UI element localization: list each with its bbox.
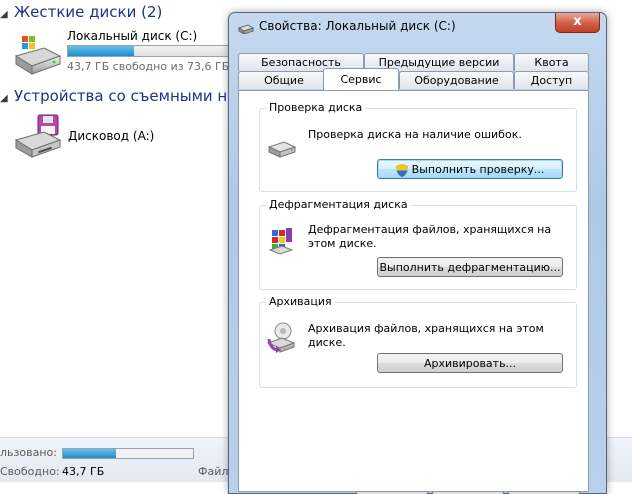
service-tab-panel: Проверка диска Проверка диска на наличие… [238, 90, 589, 492]
removable-header-label: Устройства со съемными носи [14, 87, 232, 105]
tab-hardware[interactable]: Оборудование [399, 71, 514, 89]
details-usage-fill [63, 449, 117, 458]
local-disk-usage-fill [68, 46, 134, 56]
defrag-group: Дефрагментация диска Дефрагментация файл… [259, 198, 577, 290]
removable-group-header[interactable]: ◢ Устройства со съемными носи [0, 86, 232, 106]
local-disk-free-text: 43,7 ГБ свободно из 73,6 ГБ [67, 60, 230, 73]
run-check-button[interactable]: Выполнить проверку... [377, 159, 563, 179]
details-fs-label: Файл [198, 465, 229, 478]
backup-button[interactable]: Архивировать... [377, 353, 563, 373]
backup-group: Архивация Архивация файлов, хранящихся н… [259, 295, 577, 388]
defrag-title: Дефрагментация диска [266, 198, 411, 211]
details-usage-bar [62, 448, 194, 459]
collapse-arrow-icon[interactable]: ◢ [0, 5, 14, 22]
local-disk-name: Локальный диск (C:) [67, 29, 198, 43]
check-disk-description: Проверка диска на наличие ошибок. [308, 128, 522, 141]
floppy-drive-name: Дисковод (A:) [68, 129, 155, 143]
backup-label: Архивировать... [423, 357, 517, 370]
tab-quota[interactable]: Квота [514, 53, 589, 71]
run-defrag-button[interactable]: Выполнить дефрагментацию... [377, 257, 563, 277]
check-disk-group: Проверка диска Проверка диска на наличие… [259, 101, 577, 192]
disk-check-icon [268, 141, 296, 158]
details-used-label: льзовано: [0, 446, 57, 459]
dialog-title: Свойства: Локальный диск (C:) [259, 19, 456, 33]
backup-icon [266, 322, 296, 353]
backup-description: Архивация файлов, хранящихся на этом дис… [308, 322, 544, 349]
hard-drive-windows-icon [14, 36, 62, 75]
collapse-arrow-icon[interactable]: ◢ [0, 89, 14, 106]
drive-title-icon [238, 24, 254, 34]
defrag-description: Дефрагментация файлов, хранящихся на это… [308, 223, 552, 250]
backup-title: Архивация [266, 295, 335, 308]
close-icon: x [573, 14, 582, 29]
run-check-label: Выполнить проверку... [411, 163, 545, 176]
check-disk-title: Проверка диска [266, 101, 366, 114]
floppy-drive-icon [14, 114, 62, 158]
tab-sharing[interactable]: Доступ [514, 71, 589, 89]
hard-disks-group-header[interactable]: ◢ Жесткие диски (2) [0, 2, 232, 22]
local-disk-usage-bar [67, 45, 229, 57]
details-free-value: 43,7 ГБ [62, 465, 105, 478]
hard-disks-header-label: Жесткие диски (2) [14, 3, 163, 21]
tab-general[interactable]: Общие [238, 71, 330, 89]
details-free-label: Свободно: [0, 465, 60, 478]
disk-properties-dialog[interactable]: Свойства: Локальный диск (C:) x Безопасн… [228, 12, 607, 494]
uac-shield-icon [395, 163, 408, 177]
close-button[interactable]: x [555, 13, 600, 33]
run-defrag-label: Выполнить дефрагментацию... [379, 261, 561, 274]
defrag-icon [268, 228, 294, 255]
tab-service[interactable]: Сервис [323, 68, 399, 90]
